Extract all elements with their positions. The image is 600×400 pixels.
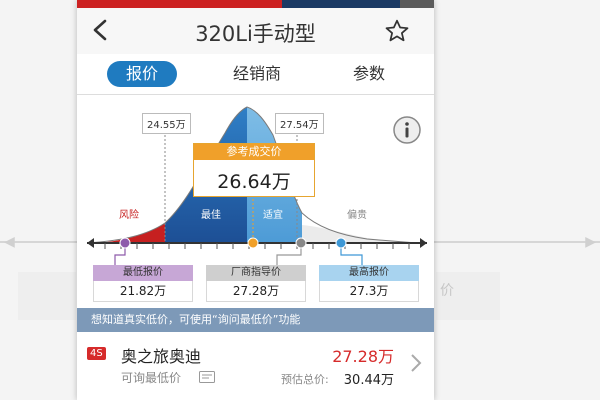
back-icon[interactable] [89,18,113,42]
dealer-price: 27.28万 [332,347,394,366]
inquiry-lowest-price-link[interactable]: 可询最低价 [121,369,181,386]
reference-price-value: 26.64万 [217,171,291,193]
zone-expensive-label: 偏贵 [347,210,367,221]
risk-zone [97,223,165,243]
lowest-price-tip-banner[interactable]: 想知道真实低价，可使用“询问最低价”功能 [77,308,434,332]
reference-price-box: 参考成交价 26.64万 [193,143,315,197]
message-icon[interactable] [199,371,215,383]
price-distribution-chart: 24.55万 27.54万 参考成交价 26.64万 风险 最佳 适宜 偏贵 最… [77,95,434,305]
lowest-price-label: 最低报价 [93,265,193,281]
background-right-arrow-icon: ▶ [585,234,596,250]
reference-price-marker[interactable] [247,237,259,249]
estimated-total-price: 30.44万 [343,373,394,388]
zone-best-label: 最佳 [201,210,221,221]
reference-price-title: 参考成交价 [194,144,314,160]
curve-tail-area [302,225,407,243]
guide-price-marker[interactable] [295,237,307,249]
guide-price-caption: 厂商指导价 27.28万 [206,265,306,302]
guide-price-label: 厂商指导价 [206,265,306,281]
lowest-price-caption: 最低报价 21.82万 [93,265,193,302]
status-bar-right [400,0,434,8]
background-ghost-text: 价 [440,283,454,299]
price-tag-low: 24.55万 [142,113,191,134]
tab-dealers[interactable]: 经销商 [217,61,297,87]
high-connector [340,245,363,265]
tab-specs[interactable]: 参数 [339,61,399,87]
highest-price-label: 最高报价 [319,265,419,281]
axis-right-arrow-icon [420,238,427,248]
status-bar [77,0,434,8]
tab-quote[interactable]: 报价 [107,61,177,87]
status-bar-accent [77,0,282,8]
dealer-4s-badge: 4S [87,347,106,360]
highest-price-marker[interactable] [335,237,347,249]
zone-suitable-label: 适宜 [263,210,283,221]
highest-price-value: 27.3万 [319,281,419,302]
background-left-arrow-icon: ◀ [4,234,15,250]
chevron-right-icon[interactable] [410,353,422,373]
page-title: 320Li手动型 [195,22,316,46]
favorite-star-icon[interactable] [384,18,410,44]
lowest-price-value: 21.82万 [93,281,193,302]
price-tag-high: 27.54万 [275,113,324,134]
lowest-price-marker[interactable] [119,237,131,249]
tab-bar: 报价 经销商 参数 [77,54,434,95]
dealer-list-item[interactable]: 4S 奥之旅奥迪 27.28万 可询最低价 预估总价: 30.44万 [77,333,434,400]
info-icon[interactable] [392,115,422,145]
background-ghost-box [18,272,76,320]
zone-risk-label: 风险 [119,210,139,221]
guide-price-value: 27.28万 [206,281,306,302]
highest-price-caption: 最高报价 27.3万 [319,265,419,302]
axis-left-arrow-icon [87,238,94,248]
phone-screen: 320Li手动型 报价 经销商 参数 24.55万 27.54万 参考成交价 2… [77,0,434,400]
nav-bar: 320Li手动型 [77,8,434,54]
estimated-total-label: 预估总价: [281,373,329,386]
dealer-name: 奥之旅奥迪 [121,347,202,366]
